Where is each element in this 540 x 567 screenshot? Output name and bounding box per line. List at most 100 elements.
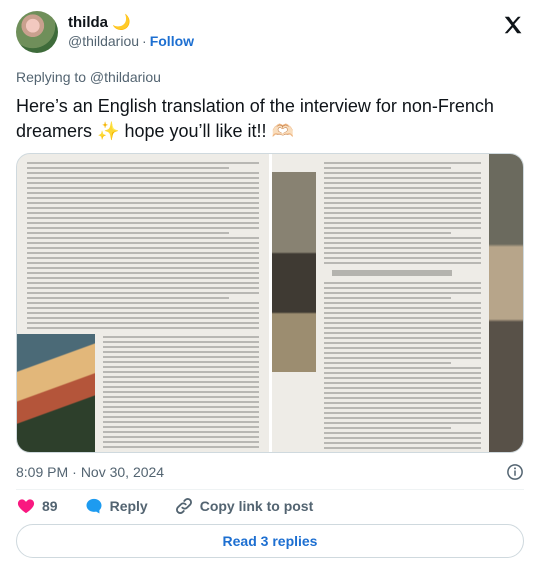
reply-button[interactable]: Reply: [84, 496, 148, 516]
handle-separator: ·: [142, 33, 147, 49]
scanned-text-line: [27, 177, 259, 179]
like-button[interactable]: 89: [16, 496, 58, 516]
scanned-text-line: [27, 312, 259, 314]
scanned-text-line: [103, 391, 259, 393]
scanned-text-line: [323, 207, 481, 209]
scanned-text-line: [323, 322, 481, 324]
heart-icon: [17, 499, 35, 514]
scanned-text-line: [323, 317, 481, 319]
scanned-text-line: [27, 247, 259, 249]
media-photo-left: [17, 334, 95, 452]
scanned-text-line: [323, 417, 481, 419]
scanned-text-line: [27, 262, 259, 264]
scanned-text-line: [323, 257, 481, 259]
scanned-text-line: [103, 376, 259, 378]
scanned-text-line: [323, 437, 481, 439]
scanned-text-line: [27, 272, 259, 274]
reply-label: Reply: [109, 498, 148, 514]
copy-link-button[interactable]: Copy link to post: [174, 496, 313, 516]
scanned-text-line: [323, 202, 481, 204]
scanned-text-line: [103, 351, 259, 353]
scanned-text-line: [103, 381, 259, 383]
scanned-text-line: [103, 436, 259, 438]
author-name-row[interactable]: thilda 🌙: [68, 14, 194, 32]
read-replies-button[interactable]: Read 3 replies: [16, 524, 524, 558]
scanned-text-line: [27, 257, 259, 259]
scanned-text-line: [323, 247, 481, 249]
scanned-text-line: [27, 292, 259, 294]
scanned-text-line: [323, 407, 481, 409]
scanned-text-line: [323, 382, 481, 384]
media-image-page-2[interactable]: [268, 154, 523, 452]
scanned-text-line: [27, 227, 259, 229]
scanned-text-line: [323, 292, 481, 294]
like-count: 89: [42, 498, 58, 514]
info-icon[interactable]: [506, 463, 524, 481]
follow-button[interactable]: Follow: [150, 32, 194, 50]
scanned-text-line: [27, 322, 259, 324]
author-display-name[interactable]: thilda: [68, 14, 108, 32]
scanned-text-line: [27, 252, 259, 254]
author-name-emoji: 🌙: [112, 14, 131, 31]
scanned-text-line: [323, 397, 481, 399]
scanned-text-line: [323, 387, 481, 389]
media-image-page-1[interactable]: [17, 154, 269, 452]
scanned-text-line: [323, 197, 481, 199]
scanned-text-line: [27, 297, 229, 299]
avatar[interactable]: [16, 11, 58, 53]
scanned-text-line: [27, 162, 259, 164]
tweet-header: thilda 🌙 @thildariou · Follow: [16, 10, 524, 54]
tweet-timestamp[interactable]: 8:09 PM · Nov 30, 2024: [16, 464, 164, 480]
scanned-text-line: [27, 167, 229, 169]
scanned-text-line: [323, 337, 481, 339]
scanned-text-line: [103, 336, 259, 338]
scanned-text-line: [323, 357, 481, 359]
scanned-text-line: [103, 366, 259, 368]
scanned-text-line: [323, 212, 481, 214]
author-handle[interactable]: @thildariou: [68, 32, 139, 50]
scanned-text-line: [323, 242, 481, 244]
scanned-text-line: [323, 237, 481, 239]
scanned-text-line: [323, 327, 481, 329]
scanned-text-line: [103, 421, 259, 423]
scanned-text-line: [27, 287, 259, 289]
scanned-text-line: [323, 347, 481, 349]
scanned-text-line: [323, 312, 481, 314]
scanned-text-line: [103, 341, 259, 343]
scanned-text-line: [27, 282, 259, 284]
scanned-text-line: [323, 252, 481, 254]
tweet-actions: 89 Reply Copy link to post: [16, 494, 339, 518]
timestamp-separator: ·: [72, 464, 77, 480]
tweet-text: Here’s an English translation of the int…: [16, 96, 494, 141]
scanned-text-line: [27, 237, 259, 239]
scanned-text-line: [27, 197, 259, 199]
scanned-text-line: [103, 361, 259, 363]
scanned-text-line: [323, 297, 451, 299]
scanned-text-line: [323, 232, 451, 234]
scanned-text-line: [27, 182, 259, 184]
scanned-text-line: [323, 442, 481, 444]
scanned-text-line: [103, 386, 259, 388]
scanned-text-line: [323, 182, 481, 184]
divider: [16, 489, 524, 490]
x-logo-icon[interactable]: [502, 14, 524, 36]
scanned-text-line: [27, 222, 259, 224]
scanned-text-line: [323, 262, 481, 264]
replying-to[interactable]: Replying to @thildariou: [16, 69, 161, 85]
scanned-text-line: [323, 422, 481, 424]
scanned-text-line: [27, 327, 259, 329]
scanned-text-line: [323, 192, 481, 194]
scanned-text-line: [103, 371, 259, 373]
scanned-text-line: [323, 167, 451, 169]
scanned-text-line: [27, 217, 259, 219]
scanned-text-line: [323, 367, 481, 369]
tweet-time: 8:09 PM: [16, 464, 69, 480]
scanned-text-line: [103, 446, 259, 448]
scanned-text-line: [103, 346, 259, 348]
scanned-text-line: [27, 207, 259, 209]
tweet-media[interactable]: [16, 153, 524, 453]
link-icon: [175, 498, 192, 514]
scanned-text-line: [323, 332, 481, 334]
scanned-text-line: [323, 227, 481, 229]
media-photo-inset: [271, 172, 316, 372]
